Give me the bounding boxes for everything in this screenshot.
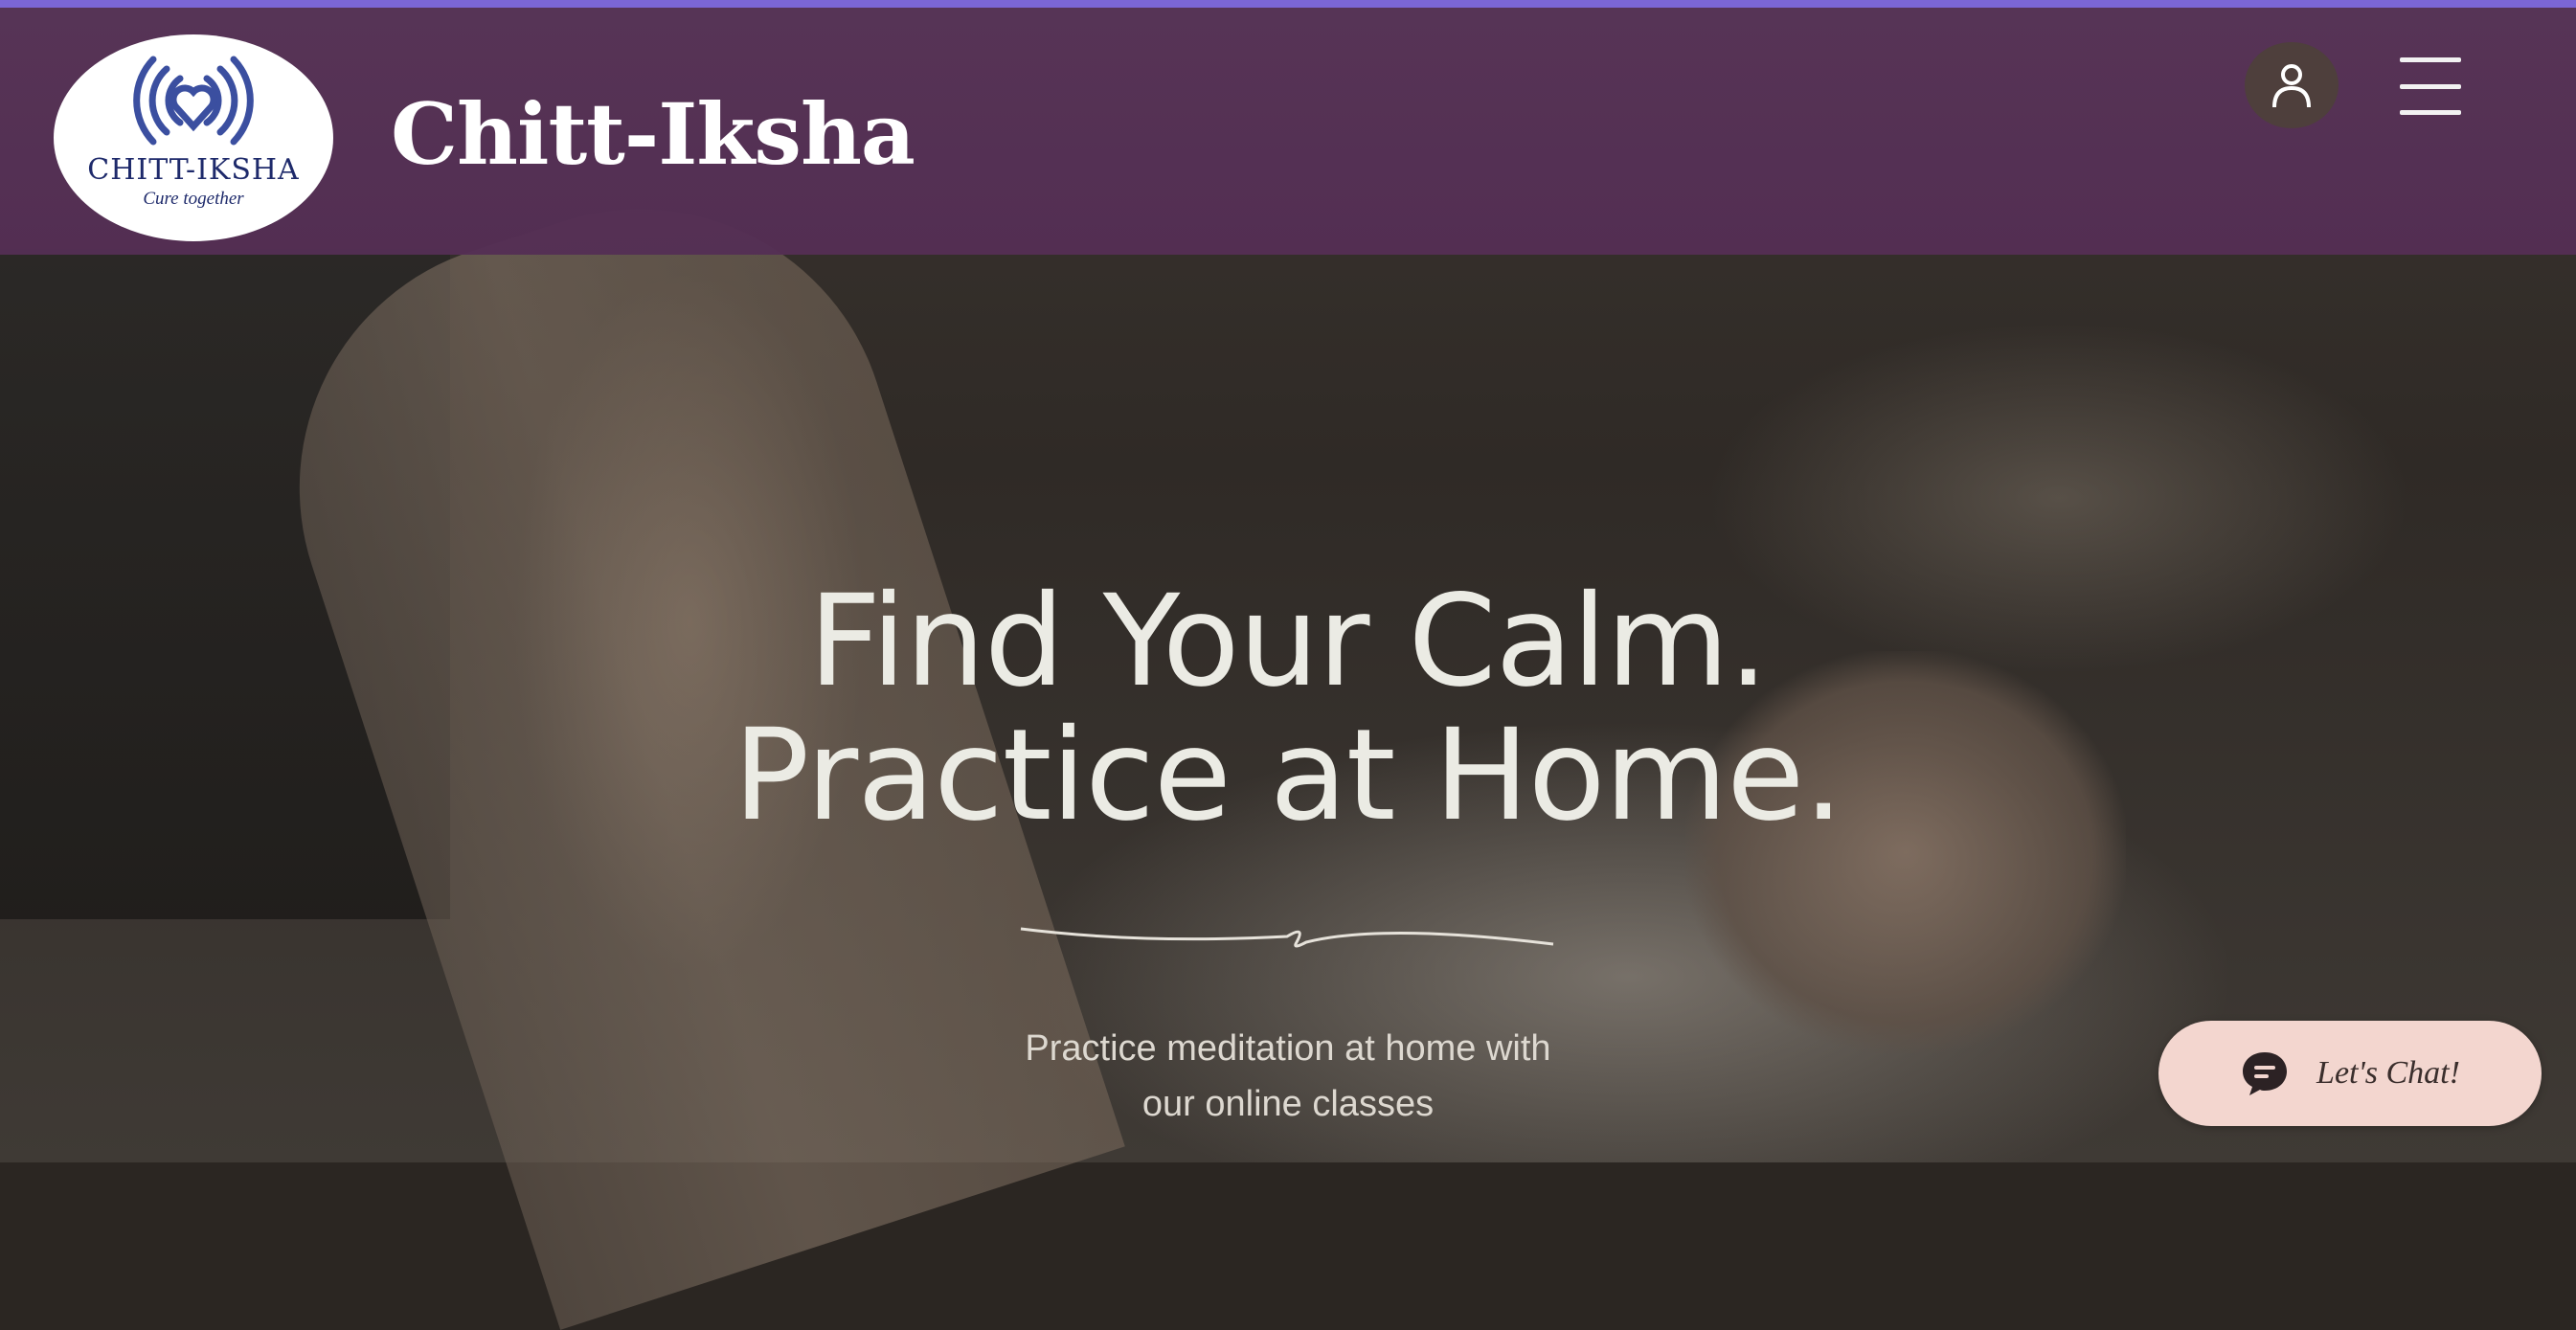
hero-headline: Find Your Calm. Practice at Home.: [0, 575, 2576, 843]
hero-headline-line1: Find Your Calm.: [808, 568, 1768, 715]
hero-headline-line2: Practice at Home.: [733, 702, 1844, 849]
chat-bubble-icon: [2243, 1052, 2288, 1095]
logo-tagline: Cure together: [143, 189, 244, 209]
lets-chat-button[interactable]: Let's Chat!: [2158, 1021, 2542, 1126]
user-icon: [2272, 64, 2311, 108]
decorative-squiggle: [1020, 927, 1554, 948]
user-login-button[interactable]: [2245, 42, 2339, 128]
menu-bar-middle: [2400, 83, 2461, 89]
site-title[interactable]: Chitt-Iksha: [391, 84, 915, 184]
top-accent-line: [0, 0, 2576, 8]
menu-bar-bottom: [2400, 110, 2461, 115]
site-header: CHITT-IKSHA Cure together Chitt-Iksha: [0, 8, 2576, 255]
site-logo[interactable]: CHITT-IKSHA Cure together: [54, 34, 333, 241]
heart-signal-icon: [133, 56, 254, 146]
logo-title: CHITT-IKSHA: [87, 153, 300, 187]
hamburger-menu-icon[interactable]: [2400, 57, 2461, 115]
menu-bar-top: [2400, 57, 2461, 62]
chat-label: Let's Chat!: [2316, 1055, 2460, 1091]
